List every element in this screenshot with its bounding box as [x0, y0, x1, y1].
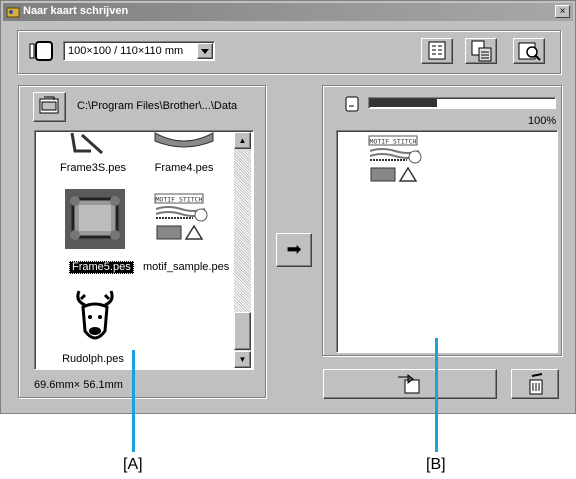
card-zoom-icon [518, 42, 541, 61]
dialog-window: Naar kaart schrijven × 100×100 / 110×110… [0, 0, 576, 414]
list-item-label[interactable]: Frame4.pes [145, 162, 223, 174]
rudolph-thumbnail [76, 290, 114, 340]
size-readout: 69.6mm× 56.1mm [34, 379, 123, 391]
title-bar: Naar kaart schrijven × [3, 3, 573, 21]
scroll-thumb[interactable] [234, 312, 251, 350]
progress-label: 100% [528, 115, 557, 127]
list-item-label[interactable]: motif_sample.pes [143, 261, 229, 273]
write-card-icon [398, 373, 420, 394]
grid-view-button[interactable] [421, 38, 453, 64]
card-icon [345, 96, 359, 112]
preview-motif: MOTIF STITCH [368, 135, 422, 182]
dropdown-button[interactable] [197, 43, 213, 59]
scroll-up-button[interactable]: ▲ [234, 132, 251, 149]
hoop-size-value: 100×100 / 110×110 mm [68, 45, 184, 57]
list-item-label-selected[interactable]: Frame5.pes [69, 261, 134, 274]
hoop-size-select[interactable]: 100×100 / 110×110 mm [63, 41, 215, 61]
card-list-icon [471, 40, 492, 62]
close-button[interactable]: × [555, 5, 570, 18]
frame3s-thumbnail [70, 133, 104, 155]
file-list[interactable]: Frame3S.pes Frame4.pes MOTIF STITCH Fram… [34, 130, 254, 370]
folder-icon [39, 96, 59, 114]
callout-b: [B] [426, 456, 446, 473]
callout-line-b [435, 338, 438, 452]
card-preview: MOTIF STITCH [336, 130, 558, 353]
folder-path: C:\Program Files\Brother\...\Data [77, 100, 238, 112]
progress-fill [370, 99, 437, 107]
card-list-button[interactable] [465, 38, 497, 64]
scroll-down-button[interactable]: ▼ [234, 351, 251, 368]
write-progress-bar [368, 97, 556, 109]
frame4-thumbnail [154, 132, 214, 148]
callout-a: [A] [123, 456, 143, 473]
app-icon [6, 7, 20, 18]
window-title: Naar kaart schrijven [23, 5, 129, 17]
list-item-label[interactable]: Frame3S.pes [57, 162, 129, 174]
card-zoom-button[interactable] [513, 38, 545, 64]
grid-view-icon [428, 41, 446, 60]
transfer-button[interactable]: ➡ [276, 233, 312, 267]
motif-title-text: MOTIF STITCH [156, 196, 203, 204]
hoop-icon [29, 41, 53, 61]
trash-card-icon [529, 373, 543, 395]
callout-line-a [132, 350, 135, 452]
browse-folder-button[interactable] [33, 92, 66, 122]
list-item-label[interactable]: Rudolph.pes [57, 353, 129, 365]
vertical-scrollbar[interactable]: ▲ ▼ [234, 132, 251, 368]
floral-frame-icon [70, 196, 120, 240]
delete-card-button[interactable] [511, 369, 559, 399]
motif-sample-thumbnail: MOTIF STITCH [154, 193, 208, 240]
chevron-down-icon [201, 49, 209, 54]
write-to-card-button[interactable] [323, 369, 497, 399]
frame5-thumbnail[interactable] [65, 189, 125, 249]
preview-title-text: MOTIF STITCH [370, 138, 417, 146]
